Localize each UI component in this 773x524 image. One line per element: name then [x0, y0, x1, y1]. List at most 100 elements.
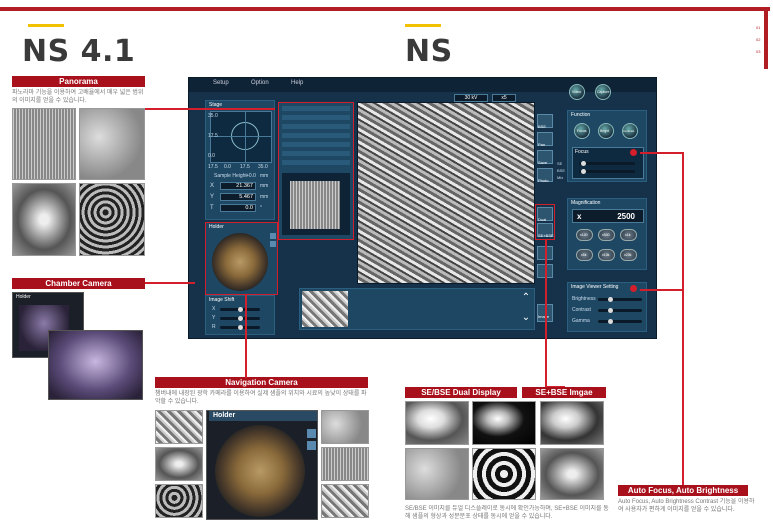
holder-panel: Holder [205, 222, 278, 295]
contrast-function-button[interactable]: Contrast [622, 123, 638, 139]
kv-select[interactable]: 30 kV [454, 94, 488, 102]
x-position-field[interactable]: 21.367 [220, 182, 256, 190]
mag-preset-button[interactable]: x20k [620, 249, 637, 261]
slider-knob[interactable] [238, 325, 243, 330]
dual-tool-button[interactable]: Dual [537, 207, 553, 222]
shift-x-slider[interactable] [220, 307, 260, 312]
dual-display-description: SE/BSE 이미지를 듀얼 디스플레이로 동시에 확인가능하며, SE+BSE… [405, 506, 609, 520]
shift-y-label: Y [212, 315, 216, 321]
menu-option[interactable]: Option [251, 80, 269, 86]
image-shift-panel: Image Shift X Y R [205, 295, 275, 335]
gamma-slider[interactable] [598, 319, 642, 324]
photo-tool-button[interactable]: Photo [537, 168, 553, 183]
video-button[interactable]: Video [569, 84, 585, 100]
shift-r-slider[interactable] [220, 325, 260, 330]
se-bse-combined-image-2 [540, 448, 604, 500]
tool-label: BSE [538, 124, 547, 129]
slider-knob[interactable] [608, 297, 613, 302]
panorama-description: 파노라마 기능을 이용하여 고배율에서 매우 넓은 범위의 이미지를 얻을 수 … [12, 90, 144, 104]
t-label: T [210, 205, 214, 211]
holder-title: Holder [209, 224, 224, 230]
bse-tool-button[interactable]: BSE [537, 114, 553, 129]
panorama-settings-list[interactable] [282, 106, 350, 166]
strip-thumbnail[interactable] [302, 291, 348, 327]
se-bse-tool-button[interactable]: SE+BSE [537, 223, 554, 238]
target-icon[interactable] [307, 441, 316, 450]
slider-knob[interactable] [581, 161, 586, 166]
mag-preset-button[interactable]: x100 [576, 229, 593, 241]
focus-slider[interactable] [579, 161, 635, 166]
stage-y-tick: 0.0 [208, 153, 215, 159]
bright-function-button[interactable]: Bright [598, 123, 614, 139]
se-image-2 [405, 448, 469, 500]
autofocus-marker-icon[interactable] [630, 149, 637, 156]
slider-knob[interactable] [608, 319, 613, 324]
side-mark: 02 [756, 37, 761, 42]
slider-knob[interactable] [581, 169, 586, 174]
scroll-up-icon[interactable]: ⌃ [519, 292, 533, 306]
zoom-icon[interactable] [270, 233, 276, 239]
bse-image-2 [472, 448, 536, 500]
right-title-accent [405, 24, 441, 27]
slider-knob[interactable] [238, 316, 243, 321]
panorama-image-grid [12, 108, 145, 256]
brightness-slider[interactable] [598, 297, 642, 302]
autofocus-description: Auto Focus, Auto Brightness Contrast 기능을… [618, 499, 755, 513]
mag-preset-button[interactable]: x10k [598, 249, 615, 261]
y-unit: mm [260, 194, 269, 200]
gamma-label: Gamma [572, 318, 590, 324]
dual-callout-line [545, 240, 547, 386]
function-button-label: Bright [600, 129, 610, 133]
holder-image[interactable] [212, 233, 268, 291]
navigation-thumb [155, 484, 203, 518]
panorama-preview [282, 173, 350, 235]
main-sem-image[interactable] [357, 102, 535, 284]
magnification-title: Magnification [571, 200, 601, 206]
capture-button[interactable]: Capture [595, 84, 611, 100]
ratio-select[interactable]: x5 [492, 94, 516, 102]
left-page-title: NS 4.1 [22, 34, 136, 69]
tilt-field[interactable]: 0.0 [220, 204, 256, 212]
menu-help[interactable]: Help [291, 80, 303, 86]
dual-tool-group: Dual SE+BSE [535, 204, 555, 240]
stage-map[interactable] [210, 111, 272, 163]
mag-preset-button[interactable]: x5k [576, 249, 593, 261]
sample-height-unit: mm [260, 173, 269, 179]
panorama-image [79, 183, 145, 256]
contrast-slider[interactable] [598, 308, 642, 313]
shift-y-slider[interactable] [220, 316, 260, 321]
navigation-thumb [321, 410, 369, 444]
capture-button-label: Capture [597, 90, 610, 94]
navigation-thumb [155, 410, 203, 444]
tool-label: SE+BSE [538, 233, 554, 238]
mag-preset-label: x5k [581, 253, 587, 257]
stage-x-tick: 17.5 [240, 164, 250, 170]
image-shift-title: Image Shift [209, 297, 235, 303]
zoom-icon[interactable] [307, 429, 316, 438]
magnification-field[interactable]: x 2500 [572, 209, 644, 223]
menu-setup[interactable]: Setup [213, 80, 229, 86]
top-frame-bar [0, 7, 770, 11]
save-tool-button[interactable]: Save [537, 150, 553, 165]
pan-tool-button[interactable]: Pan [537, 132, 553, 147]
tool-label: Dual [538, 217, 547, 222]
navigation-callout-line [245, 294, 247, 378]
panorama-dialog [278, 102, 354, 240]
panorama-image [12, 108, 76, 180]
navigation-holder-title: Holder [213, 412, 236, 419]
focus-fine-slider[interactable] [579, 169, 635, 174]
magnification-panel: Magnification x 2500 x100 x500 x1k x5k x… [567, 198, 647, 270]
focus-function-button[interactable]: Focus [574, 123, 590, 139]
y-position-field[interactable]: 5.467 [220, 193, 256, 201]
stage-x-tick: 35.0 [258, 164, 268, 170]
auto-brightness-marker-icon[interactable] [630, 285, 637, 292]
stage-x-tick: 0.0 [224, 164, 231, 170]
slider-knob[interactable] [608, 308, 613, 313]
autofocus-callout-h [640, 152, 682, 154]
target-icon[interactable] [270, 241, 276, 247]
slider-knob[interactable] [238, 307, 243, 312]
stage-x-tick: 17.5 [208, 164, 218, 170]
mag-preset-button[interactable]: x500 [598, 229, 615, 241]
scroll-down-icon[interactable]: ⌄ [519, 312, 533, 326]
mag-preset-button[interactable]: x1k [620, 229, 637, 241]
